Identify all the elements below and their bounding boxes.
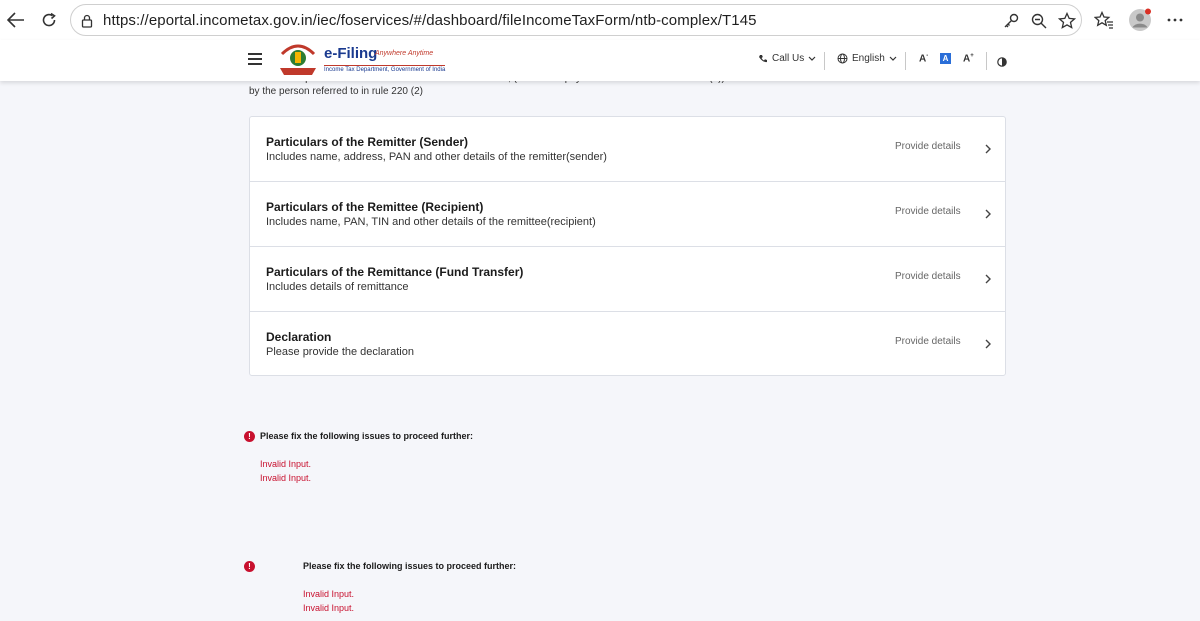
lock-icon[interactable] — [77, 11, 97, 31]
error-heading: Please fix the following issues to proce… — [260, 431, 474, 441]
favorites-icon[interactable] — [1092, 8, 1116, 32]
header-divider — [986, 52, 987, 70]
error-heading: Please fix the following issues to proce… — [303, 561, 517, 571]
url-text[interactable]: https://eportal.incometax.gov.in/iec/fos… — [103, 12, 757, 29]
section-title: Particulars of the Remittance (Fund Tran… — [266, 265, 524, 279]
address-bar[interactable]: https://eportal.incometax.gov.in/iec/fos… — [70, 4, 1082, 36]
back-icon[interactable] — [4, 8, 28, 32]
chevron-down-icon — [889, 56, 897, 61]
section-title: Particulars of the Remitter (Sender) — [266, 135, 469, 149]
section-title: Particulars of the Remittee (Recipient) — [266, 200, 484, 214]
section-row-remitter[interactable]: Particulars of the Remitter (Sender) Inc… — [250, 117, 1005, 182]
phone-icon — [759, 54, 767, 62]
error-message: Invalid Input. — [260, 459, 312, 469]
refresh-icon[interactable] — [37, 8, 61, 32]
section-description: Includes details of remittance — [266, 281, 409, 293]
zoom-icon[interactable] — [1029, 11, 1049, 31]
logo-title: e-Filing — [324, 45, 378, 62]
section-description: Please provide the declaration — [266, 346, 414, 358]
section-description: Includes name, PAN, TIN and other detail… — [266, 216, 596, 228]
font-decrease-button[interactable]: A- — [919, 53, 928, 64]
header-divider — [824, 52, 825, 70]
site-header: e-Filing Anywhere Anytime Income Tax Dep… — [0, 40, 1200, 81]
language-label: English — [852, 53, 885, 64]
error-message: Invalid Input. — [260, 473, 312, 483]
section-status: Provide details — [895, 271, 961, 282]
browser-toolbar: https://eportal.incometax.gov.in/iec/fos… — [0, 0, 1200, 40]
globe-icon — [837, 53, 848, 64]
section-row-remittance[interactable]: Particulars of the Remittance (Fund Tran… — [250, 247, 1005, 312]
logo-subtitle: Income Tax Department, Government of Ind… — [324, 65, 446, 73]
chevron-right-icon[interactable] — [983, 273, 993, 285]
section-row-remittee[interactable]: Particulars of the Remittee (Recipient) … — [250, 182, 1005, 247]
star-icon[interactable] — [1057, 11, 1077, 31]
chevron-right-icon[interactable] — [983, 338, 993, 350]
call-us-menu[interactable]: Call Us — [758, 53, 816, 64]
error-icon: ! — [244, 561, 255, 572]
error-icon: ! — [244, 431, 255, 442]
language-menu[interactable]: English — [837, 53, 897, 64]
contrast-icon[interactable] — [997, 54, 1007, 72]
chevron-down-icon — [808, 56, 816, 61]
logo-tagline: Anywhere Anytime — [375, 50, 434, 57]
font-normal-button[interactable]: A — [940, 53, 951, 64]
chevron-right-icon[interactable] — [983, 143, 993, 155]
section-status: Provide details — [895, 206, 961, 217]
error-message: Invalid Input. — [303, 589, 355, 599]
hamburger-menu-icon[interactable] — [248, 53, 262, 65]
section-row-declaration[interactable]: Declaration Please provide the declarati… — [250, 312, 1005, 377]
section-status: Provide details — [895, 336, 961, 347]
call-us-label: Call Us — [772, 53, 805, 64]
section-description: Includes name, address, PAN and other de… — [266, 151, 607, 163]
key-icon[interactable] — [1001, 11, 1021, 31]
section-title: Declaration — [266, 330, 332, 344]
section-status: Provide details — [895, 141, 961, 152]
font-increase-button[interactable]: A+ — [963, 53, 974, 64]
header-divider — [905, 52, 906, 70]
efiling-logo[interactable]: e-Filing Anywhere Anytime Income Tax Dep… — [276, 44, 446, 78]
more-icon[interactable] — [1163, 8, 1187, 32]
profile-icon[interactable] — [1127, 7, 1153, 33]
chevron-right-icon[interactable] — [983, 208, 993, 220]
form-sections-card: Particulars of the Remitter (Sender) Inc… — [249, 116, 1006, 376]
error-message: Invalid Input. — [303, 603, 355, 613]
